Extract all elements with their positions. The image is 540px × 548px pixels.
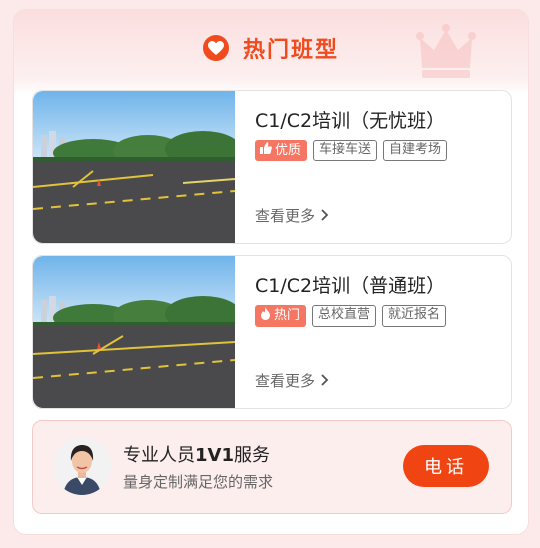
- tag-nearby-signup: 就近报名: [382, 305, 447, 327]
- course-thumbnail: [33, 91, 235, 243]
- contact-title: 专业人员1V1服务: [123, 441, 270, 467]
- course-thumbnail: [33, 256, 235, 408]
- flame-icon: [260, 307, 271, 325]
- contact-subtitle: 量身定制满足您的需求: [123, 473, 274, 491]
- hot-courses-panel: 热门班型 C1/C2培训（无忧班） 优质 车接车送 自建考场 查看更多 C1/C…: [14, 10, 528, 534]
- crown-icon: [416, 22, 476, 84]
- view-more-link[interactable]: 查看更多: [255, 370, 329, 391]
- course-card[interactable]: C1/C2培训（无忧班） 优质 车接车送 自建考场 查看更多: [32, 90, 512, 244]
- tag-direct-campus: 总校直营: [312, 305, 377, 327]
- hot-badge: 热门: [255, 305, 307, 327]
- course-tags: 热门 总校直营 就近报名: [255, 305, 447, 327]
- view-more-label: 查看更多: [255, 372, 316, 390]
- view-more-link[interactable]: 查看更多: [255, 205, 329, 226]
- view-more-label: 查看更多: [255, 207, 316, 225]
- badge-label: 热门: [274, 308, 301, 323]
- section-title: 热门班型: [242, 38, 339, 63]
- quality-badge: 优质: [255, 140, 308, 161]
- contact-title-suffix: 服务: [233, 445, 270, 466]
- consultant-avatar: [53, 437, 111, 495]
- tag-pickup: 车接车送: [313, 140, 378, 161]
- course-card[interactable]: C1/C2培训（普通班） 热门 总校直营 就近报名 查看更多: [32, 255, 512, 409]
- course-tags: 优质 车接车送 自建考场: [255, 140, 448, 161]
- heart-icon: [202, 35, 229, 61]
- call-button[interactable]: 电话: [403, 445, 489, 487]
- contact-banner: 专业人员1V1服务 量身定制满足您的需求 电话: [32, 420, 512, 514]
- thumbs-up-icon: [260, 142, 272, 159]
- chevron-right-icon: [321, 207, 329, 225]
- contact-title-prefix: 专业人员: [123, 445, 195, 466]
- course-title: C1/C2培训（无忧班）: [255, 110, 446, 132]
- badge-label: 优质: [275, 142, 302, 158]
- contact-title-bold: 1V1: [195, 445, 234, 466]
- tag-own-test-site: 自建考场: [383, 140, 448, 161]
- course-title: C1/C2培训（普通班）: [255, 275, 446, 297]
- chevron-right-icon: [321, 372, 329, 390]
